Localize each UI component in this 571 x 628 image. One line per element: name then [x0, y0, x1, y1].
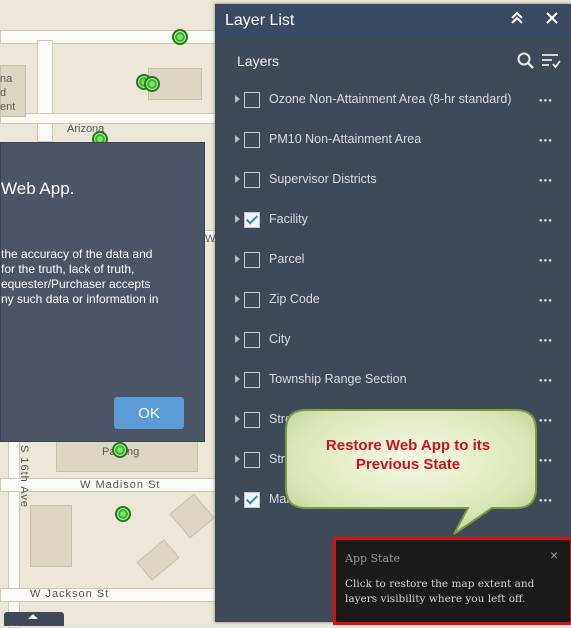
layer-row[interactable]: Supervisor Districts ●●● [215, 162, 571, 202]
help-callout: Restore Web App to its Previous State [284, 408, 540, 538]
more-options-icon[interactable]: ●●● [539, 98, 553, 104]
layer-row[interactable]: Facility ●●● [215, 202, 571, 242]
layer-name: Supervisor Districts [269, 172, 377, 186]
expand-caret-icon[interactable] [235, 215, 240, 223]
filter-list-icon[interactable] [541, 52, 561, 75]
map-label-na: na [0, 73, 13, 85]
callout-text: Restore Web App to its Previous State [284, 436, 532, 474]
more-options-icon[interactable]: ●●● [539, 138, 553, 144]
more-options-icon[interactable]: ●●● [539, 298, 553, 304]
splash-line: the accuracy of the data and [1, 247, 153, 261]
layers-heading: Layers [237, 53, 280, 69]
app-state-title: App State [345, 552, 400, 565]
map-label-ent: ent [0, 101, 16, 113]
layer-visibility-checkbox[interactable] [244, 412, 260, 428]
app-state-popup[interactable]: App State × Click to restore the map ext… [333, 537, 571, 625]
collapse-icon[interactable] [510, 11, 524, 30]
map-label-madison: W Madison St [80, 479, 161, 491]
splash-line: ny such data or information in [1, 292, 159, 306]
layer-row[interactable]: Ozone Non-Attainment Area (8-hr standard… [215, 82, 571, 122]
facility-pin[interactable] [172, 29, 188, 45]
chevron-up-icon [28, 614, 38, 619]
map-label-w: W [205, 233, 216, 245]
close-icon[interactable] [546, 11, 558, 29]
expand-caret-icon[interactable] [235, 375, 240, 383]
more-options-icon[interactable]: ●●● [539, 458, 553, 464]
expand-caret-icon[interactable] [235, 295, 240, 303]
layer-row[interactable]: City ●●● [215, 322, 571, 362]
map-road [0, 113, 217, 124]
map-building [169, 493, 215, 539]
splash-title: Web App. [1, 179, 75, 198]
app-state-message[interactable]: Click to restore the map extent and laye… [345, 577, 563, 607]
expand-caret-icon[interactable] [235, 415, 240, 423]
more-options-icon[interactable]: ●●● [539, 178, 553, 184]
more-options-icon[interactable]: ●●● [539, 418, 553, 424]
layer-row[interactable]: Township Range Section ●●● [215, 362, 571, 402]
more-options-icon[interactable]: ●●● [539, 258, 553, 264]
layer-row[interactable]: Parcel ●●● [215, 242, 571, 282]
layer-visibility-checkbox[interactable] [244, 212, 260, 228]
expand-caret-icon[interactable] [235, 495, 240, 503]
more-options-icon[interactable]: ●●● [539, 378, 553, 384]
splash-dialog: Web App. the accuracy of the data and fo… [0, 142, 205, 442]
callout-line-1: Restore Web App to its [325, 437, 491, 454]
map-building [30, 505, 72, 567]
close-icon[interactable]: × [550, 547, 558, 563]
layer-visibility-checkbox[interactable] [244, 252, 260, 268]
layer-visibility-checkbox[interactable] [244, 92, 260, 108]
search-icon[interactable] [517, 52, 535, 75]
layer-name: PM10 Non-Attainment Area [269, 132, 422, 146]
layer-name: Parcel [269, 252, 305, 266]
attribute-table-toggle[interactable] [4, 612, 64, 626]
more-options-icon[interactable]: ●●● [539, 218, 553, 224]
layer-row[interactable]: PM10 Non-Attainment Area ●●● [215, 122, 571, 162]
splash-line: equester/Purchaser accepts [1, 277, 151, 291]
layer-visibility-checkbox[interactable] [244, 372, 260, 388]
layer-name: Township Range Section [269, 372, 407, 386]
more-options-icon[interactable]: ●●● [539, 498, 553, 504]
layer-visibility-checkbox[interactable] [244, 452, 260, 468]
map-label-d: d [0, 87, 7, 99]
expand-caret-icon[interactable] [235, 255, 240, 263]
splash-disclaimer: the accuracy of the data and for the tru… [1, 247, 204, 307]
callout-line-2: Previous State [355, 456, 461, 473]
layer-visibility-checkbox[interactable] [244, 492, 260, 508]
map-label-16th-ave: S 16th Ave [18, 445, 30, 509]
facility-pin[interactable] [144, 76, 160, 92]
layer-visibility-checkbox[interactable] [244, 172, 260, 188]
layer-name: Ozone Non-Attainment Area (8-hr standard… [269, 92, 512, 106]
expand-caret-icon[interactable] [235, 335, 240, 343]
layer-visibility-checkbox[interactable] [244, 292, 260, 308]
panel-title: Layer List [225, 12, 295, 29]
expand-caret-icon[interactable] [235, 175, 240, 183]
map-road [37, 40, 53, 142]
layer-visibility-checkbox[interactable] [244, 132, 260, 148]
layer-name: Zip Code [269, 292, 320, 306]
facility-pin[interactable] [115, 506, 131, 522]
expand-caret-icon[interactable] [235, 95, 240, 103]
layer-name: Facility [269, 212, 308, 226]
layer-row[interactable]: Zip Code ●●● [215, 282, 571, 322]
map-building [136, 539, 180, 581]
map-label-jackson: W Jackson St [30, 588, 110, 600]
panel-header: Layer List [215, 4, 571, 38]
more-options-icon[interactable]: ●●● [539, 338, 553, 344]
expand-caret-icon[interactable] [235, 135, 240, 143]
expand-caret-icon[interactable] [235, 455, 240, 463]
layer-name: City [269, 332, 291, 346]
splash-line: for the truth, lack of truth, [1, 262, 135, 276]
layer-visibility-checkbox[interactable] [244, 332, 260, 348]
ok-button[interactable]: OK [114, 397, 184, 429]
facility-pin[interactable] [112, 442, 128, 458]
